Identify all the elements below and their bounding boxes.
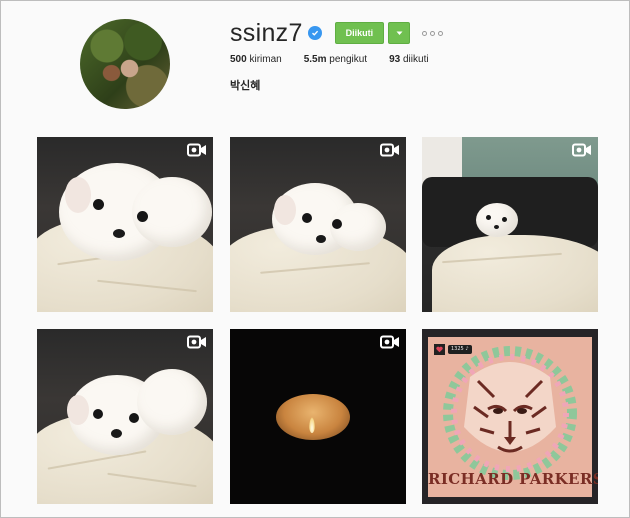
post-thumbnail[interactable]: 1325 ♪ RICHARD PARKERS <box>422 329 598 504</box>
username: ssinz7 <box>230 19 303 47</box>
post-thumbnail[interactable] <box>230 329 406 504</box>
posts-label: kiriman <box>249 54 282 65</box>
verified-badge-icon <box>307 26 322 40</box>
profile-stats: 500 kiriman 5.5m pengikut 93 diikuti <box>230 54 451 65</box>
followers-count: 5.5m <box>303 54 327 65</box>
following-count: 93 <box>389 54 401 65</box>
video-camera-icon <box>380 143 399 157</box>
profile-header-row: ssinz7 Diikuti <box>230 18 444 48</box>
followers-stat[interactable]: 5.5m pengikut <box>304 54 367 65</box>
post-thumbnail[interactable] <box>230 137 406 312</box>
posts-stat: 500 kiriman <box>230 54 282 65</box>
video-camera-icon <box>380 335 399 349</box>
profile-page: ssinz7 Diikuti 500 kiriman 5.5m pengikut… <box>0 0 630 518</box>
profile-full-name: 박신혜 <box>230 80 261 92</box>
chevron-down-icon <box>396 31 403 35</box>
profile-avatar[interactable] <box>80 19 170 109</box>
following-label: diikuti <box>403 54 429 65</box>
following-stat[interactable]: 93 diikuti <box>389 54 428 65</box>
following-button[interactable]: Diikuti <box>334 22 385 44</box>
video-camera-icon <box>572 143 591 157</box>
post-thumbnail[interactable] <box>37 329 213 504</box>
more-options-icon[interactable] <box>422 30 444 36</box>
post-thumbnail[interactable] <box>37 137 213 312</box>
video-camera-icon <box>187 143 206 157</box>
post-thumbnail[interactable] <box>422 137 598 312</box>
poster-sticker: 1325 ♪ <box>434 344 472 355</box>
poster-tag: 1325 ♪ <box>448 345 472 354</box>
suggestions-dropdown-button[interactable] <box>388 22 411 44</box>
video-camera-icon <box>187 335 206 349</box>
post-image: 1325 ♪ RICHARD PARKERS <box>428 337 598 497</box>
posts-count: 500 <box>230 54 247 65</box>
poster-caption: RICHARD PARKERS <box>428 470 598 488</box>
heart-icon <box>434 344 445 355</box>
followers-label: pengikut <box>329 54 368 65</box>
